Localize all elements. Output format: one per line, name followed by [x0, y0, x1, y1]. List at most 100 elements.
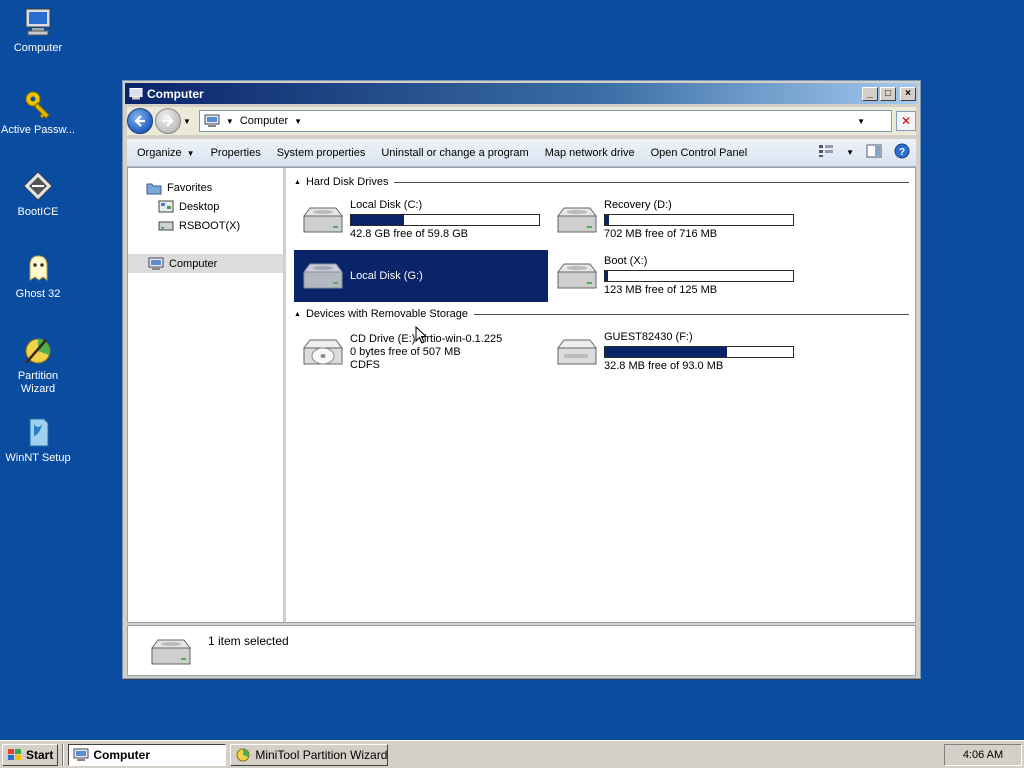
- desktop-icon-computer[interactable]: Computer: [0, 6, 76, 55]
- history-dropdown-icon[interactable]: ▼: [183, 117, 191, 126]
- nav-computer[interactable]: Computer: [128, 254, 283, 273]
- address-dropdown-icon[interactable]: ▼: [857, 117, 865, 126]
- file-list: ▲ Hard Disk Drives Local Disk (C:) 42.8 …: [286, 168, 915, 622]
- title-bar[interactable]: Computer _ □ ×: [125, 83, 918, 104]
- properties-button[interactable]: Properties: [211, 147, 261, 159]
- computer-icon: [129, 87, 143, 99]
- nav-favorites[interactable]: Favorites: [128, 178, 283, 197]
- uninstall-program-button[interactable]: Uninstall or change a program: [381, 147, 528, 159]
- task-minitool-partition-wizard[interactable]: MiniTool Partition Wizard ...: [230, 743, 389, 766]
- details-pane: 1 item selected: [127, 625, 916, 676]
- mouse-cursor-icon: [415, 326, 427, 344]
- minimize-button[interactable]: _: [862, 86, 878, 101]
- usage-bar: [604, 214, 794, 226]
- desktop-icon-label: Active Passw...: [1, 124, 75, 136]
- group-header-hard-disks[interactable]: ▲ Hard Disk Drives: [294, 174, 909, 190]
- clock[interactable]: 4:06 AM: [963, 749, 1003, 761]
- nav-rsboot[interactable]: RSBOOT(X): [128, 216, 283, 235]
- group-divider: [473, 313, 909, 315]
- drive-tile-x[interactable]: Boot (X:) 123 MB free of 125 MB: [548, 250, 802, 302]
- hard-drive-icon: [557, 207, 597, 233]
- desktop-icon-ghost[interactable]: Ghost 32: [0, 252, 76, 301]
- drive-name: GUEST82430 (F:): [604, 331, 693, 343]
- help-icon[interactable]: ?: [894, 143, 910, 162]
- navigation-pane[interactable]: Favorites Desktop RSBOOT(X) Computer: [128, 168, 286, 622]
- collapse-triangle-icon[interactable]: ▲: [294, 179, 301, 186]
- desktop-icon-label: WinNT Setup: [5, 452, 71, 464]
- drive-filesystem: CDFS: [350, 358, 380, 371]
- cd-drive-icon: [303, 339, 343, 365]
- open-control-panel-button[interactable]: Open Control Panel: [651, 147, 748, 159]
- maximize-button[interactable]: □: [880, 86, 896, 101]
- command-bar: Organize ▼ Properties System properties U…: [127, 139, 916, 167]
- window-title: Computer: [147, 86, 204, 101]
- computer-icon: [25, 8, 51, 36]
- start-button[interactable]: Start: [2, 743, 59, 766]
- back-button[interactable]: [127, 108, 153, 134]
- group-header-removable[interactable]: ▲ Devices with Removable Storage: [294, 306, 909, 322]
- address-input[interactable]: ▼ Computer ▼ ▼: [198, 110, 892, 132]
- view-options-chevron-icon[interactable]: ▼: [846, 148, 854, 157]
- removable-drive-icon: [557, 339, 597, 365]
- drive-name: Local Disk (C:): [350, 199, 423, 211]
- task-computer[interactable]: Computer: [68, 743, 227, 766]
- usage-bar: [604, 346, 794, 358]
- nav-favorites-label: Favorites: [167, 181, 213, 194]
- windows-logo-icon: [8, 748, 21, 760]
- group-title: Devices with Removable Storage: [305, 308, 468, 320]
- breadcrumb-chevron-icon[interactable]: ▼: [226, 117, 234, 126]
- drive-tile-f[interactable]: GUEST82430 (F:) 32.8 MB free of 93.0 MB: [548, 326, 802, 378]
- collapse-triangle-icon[interactable]: ▲: [294, 311, 301, 318]
- drive-icon: [158, 221, 174, 230]
- drive-tile-d[interactable]: Recovery (D:) 702 MB free of 716 MB: [548, 194, 802, 246]
- map-network-drive-button[interactable]: Map network drive: [545, 147, 635, 159]
- ghost-icon: [29, 255, 48, 281]
- task-label: Computer: [93, 747, 151, 762]
- change-view-icon[interactable]: [818, 144, 834, 161]
- usage-bar: [350, 214, 540, 226]
- drive-tile-g[interactable]: Local Disk (G:): [294, 250, 548, 302]
- system-properties-button[interactable]: System properties: [277, 147, 366, 159]
- desktop-icon-partition-wizard[interactable]: Partition Wizard: [0, 334, 76, 396]
- desktop-icon-active-password[interactable]: Active Passw...: [0, 88, 76, 137]
- chevron-down-icon: ▼: [186, 148, 195, 158]
- drive-name: Boot (X:): [604, 255, 648, 267]
- computer-icon: [204, 114, 220, 127]
- usage-fill: [605, 271, 608, 281]
- clear-address-icon[interactable]: ✕: [896, 111, 916, 131]
- drive-name: Local Disk (G:): [350, 269, 423, 282]
- nav-desktop-label: Desktop: [179, 200, 220, 213]
- bootice-icon: [23, 171, 53, 201]
- desktop-icon-bootice[interactable]: BootICE: [0, 170, 76, 219]
- desktop-icon-winnt-setup[interactable]: WinNT Setup: [0, 416, 76, 465]
- taskbar: Start Computer MiniTool Partition Wizard…: [0, 740, 1024, 768]
- organize-menu[interactable]: Organize ▼: [137, 147, 195, 159]
- preview-pane-icon[interactable]: [866, 144, 882, 161]
- usage-fill: [605, 215, 609, 225]
- svg-text:?: ?: [899, 147, 905, 158]
- key-icon: [25, 91, 50, 119]
- drive-tile-c[interactable]: Local Disk (C:) 42.8 GB free of 59.8 GB: [294, 194, 548, 246]
- breadcrumb-chevron-icon[interactable]: ▼: [294, 117, 302, 126]
- hard-drive-icon: [557, 263, 597, 289]
- desktop-icon-label: Computer: [13, 42, 63, 54]
- group-title: Hard Disk Drives: [305, 176, 389, 188]
- drive-free-space: 32.8 MB free of 93.0 MB: [604, 360, 724, 372]
- desktop-icon-label: Ghost 32: [15, 288, 61, 300]
- system-tray[interactable]: 4:06 AM: [944, 743, 1022, 766]
- hard-drive-icon: [303, 263, 343, 289]
- breadcrumb-computer[interactable]: Computer: [240, 115, 288, 127]
- drive-name: Recovery (D:): [604, 199, 672, 211]
- selection-status: 1 item selected: [208, 634, 289, 648]
- drive-free-space: 0 bytes free of 507 MB: [350, 345, 461, 358]
- partition-wizard-icon: [236, 748, 250, 761]
- group-divider: [394, 181, 909, 183]
- nav-desktop[interactable]: Desktop: [128, 197, 283, 216]
- close-button[interactable]: ×: [900, 86, 916, 101]
- drive-free-space: 42.8 GB free of 59.8 GB: [350, 228, 469, 240]
- nav-rsboot-label: RSBOOT(X): [179, 219, 241, 232]
- desktop-icon-label: BootICE: [17, 206, 59, 218]
- hard-drive-icon: [151, 639, 191, 665]
- forward-button[interactable]: [155, 108, 181, 134]
- usage-fill: [351, 215, 404, 225]
